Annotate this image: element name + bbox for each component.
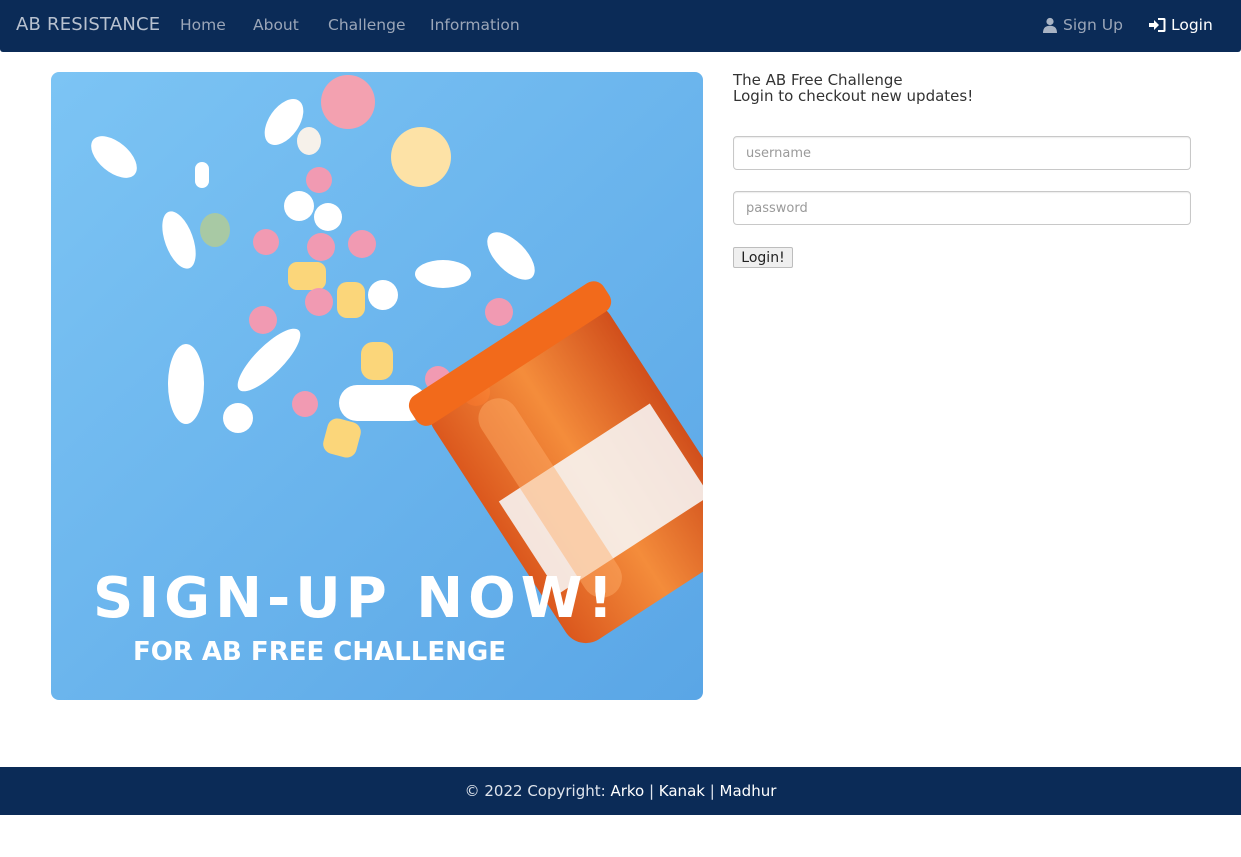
brand-logo-text[interactable]: AB RESISTANCE	[16, 14, 160, 35]
author-link-kanak[interactable]: Kanak	[659, 782, 705, 800]
user-icon	[1042, 17, 1058, 33]
author-link-madhur[interactable]: Madhur	[720, 782, 777, 800]
promo-subline: FOR AB FREE CHALLENGE	[133, 637, 506, 667]
nav-home[interactable]: Home	[180, 16, 226, 34]
nav-information[interactable]: Information	[430, 16, 520, 34]
sign-in-icon	[1149, 17, 1166, 33]
top-navbar: AB RESISTANCE Home About Challenge Infor…	[0, 0, 1241, 52]
login-label: Login	[1171, 16, 1213, 34]
intro-title: The AB Free Challenge	[733, 71, 903, 89]
nav-signup-button[interactable]: Sign Up	[1042, 16, 1123, 34]
nav-challenge[interactable]: Challenge	[328, 16, 406, 34]
copyright-text: © 2022 Copyright:	[464, 782, 611, 800]
author-separator: |	[644, 782, 659, 800]
intro-subtitle: Login to checkout new updates!	[733, 87, 974, 105]
nav-login-button[interactable]: Login	[1149, 16, 1213, 34]
username-input[interactable]	[733, 136, 1191, 170]
promo-headline: SIGN-UP NOW!	[93, 566, 618, 631]
password-input[interactable]	[733, 191, 1191, 225]
signup-label: Sign Up	[1063, 16, 1123, 34]
author-separator: |	[704, 782, 720, 800]
footer-bar: © 2022 Copyright: Arko | Kanak | Madhur	[0, 767, 1241, 815]
signup-promo-banner[interactable]: SIGN-UP NOW! FOR AB FREE CHALLENGE	[51, 72, 703, 700]
author-link-arko[interactable]: Arko	[610, 782, 644, 800]
login-submit-button[interactable]: Login!	[733, 247, 793, 268]
nav-about[interactable]: About	[253, 16, 299, 34]
login-intro: The AB Free Challenge Login to checkout …	[733, 72, 973, 104]
pills-illustration: SIGN-UP NOW! FOR AB FREE CHALLENGE	[51, 72, 703, 700]
